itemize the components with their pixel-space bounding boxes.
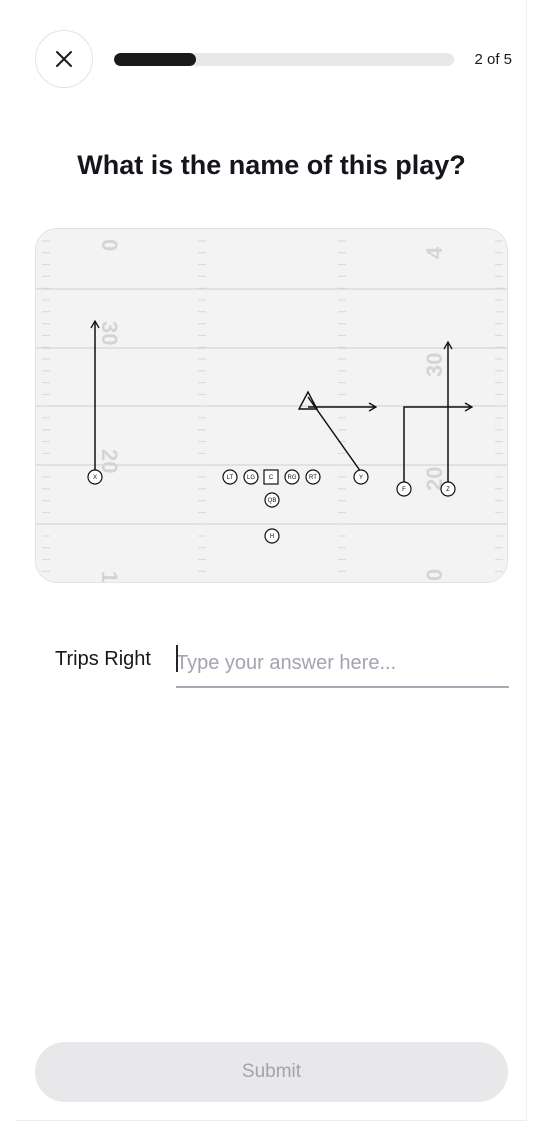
progress-fill (114, 53, 196, 66)
answer-input[interactable] (176, 640, 509, 688)
player-x: X (87, 469, 103, 485)
player-z: Z (440, 481, 456, 497)
svg-text:LT: LT (227, 475, 234, 481)
svg-text:C: C (269, 475, 274, 481)
player-qb: QB (264, 492, 280, 508)
player-lt: LT (222, 469, 238, 485)
player-f: F (396, 481, 412, 497)
player-rt: RT (305, 469, 321, 485)
player-y: Y (353, 469, 369, 485)
svg-text:H: H (270, 534, 274, 540)
yard-number: 0 (422, 569, 447, 581)
play-diagram: 0 30 20 1 4 30 20 0 X LT LG C RG RT Y QB… (35, 228, 508, 583)
answer-prefix: Trips Right (55, 648, 151, 670)
yard-number: 20 (97, 449, 122, 473)
text-caret (176, 645, 178, 672)
player-c: C (263, 469, 279, 485)
close-icon (56, 51, 72, 67)
yard-number: 1 (97, 571, 122, 583)
svg-text:RG: RG (288, 475, 297, 481)
play-diagram-svg: 0 30 20 1 4 30 20 0 X LT LG C RG RT Y QB… (36, 239, 507, 583)
progress-bar (114, 53, 454, 66)
submit-button[interactable]: Submit (35, 1042, 508, 1102)
svg-text:QB: QB (268, 498, 277, 504)
yard-number: 0 (97, 239, 122, 251)
yard-number: 30 (97, 321, 122, 345)
svg-text:Z: Z (446, 487, 450, 493)
close-button[interactable] (35, 30, 93, 88)
progress-count: 2 of 5 (474, 51, 512, 68)
yard-number: 4 (422, 246, 447, 259)
svg-text:X: X (93, 475, 97, 481)
svg-text:LG: LG (247, 475, 255, 481)
svg-text:Y: Y (359, 475, 363, 481)
player-rg: RG (284, 469, 300, 485)
question-title: What is the name of this play? (77, 150, 466, 180)
svg-text:RT: RT (309, 475, 317, 481)
svg-text:F: F (402, 487, 406, 493)
player-lg: LG (243, 469, 259, 485)
yard-number: 30 (422, 353, 447, 377)
route-y (307, 396, 362, 473)
answer-row: Trips Right (0, 640, 543, 690)
player-h: H (264, 528, 280, 544)
